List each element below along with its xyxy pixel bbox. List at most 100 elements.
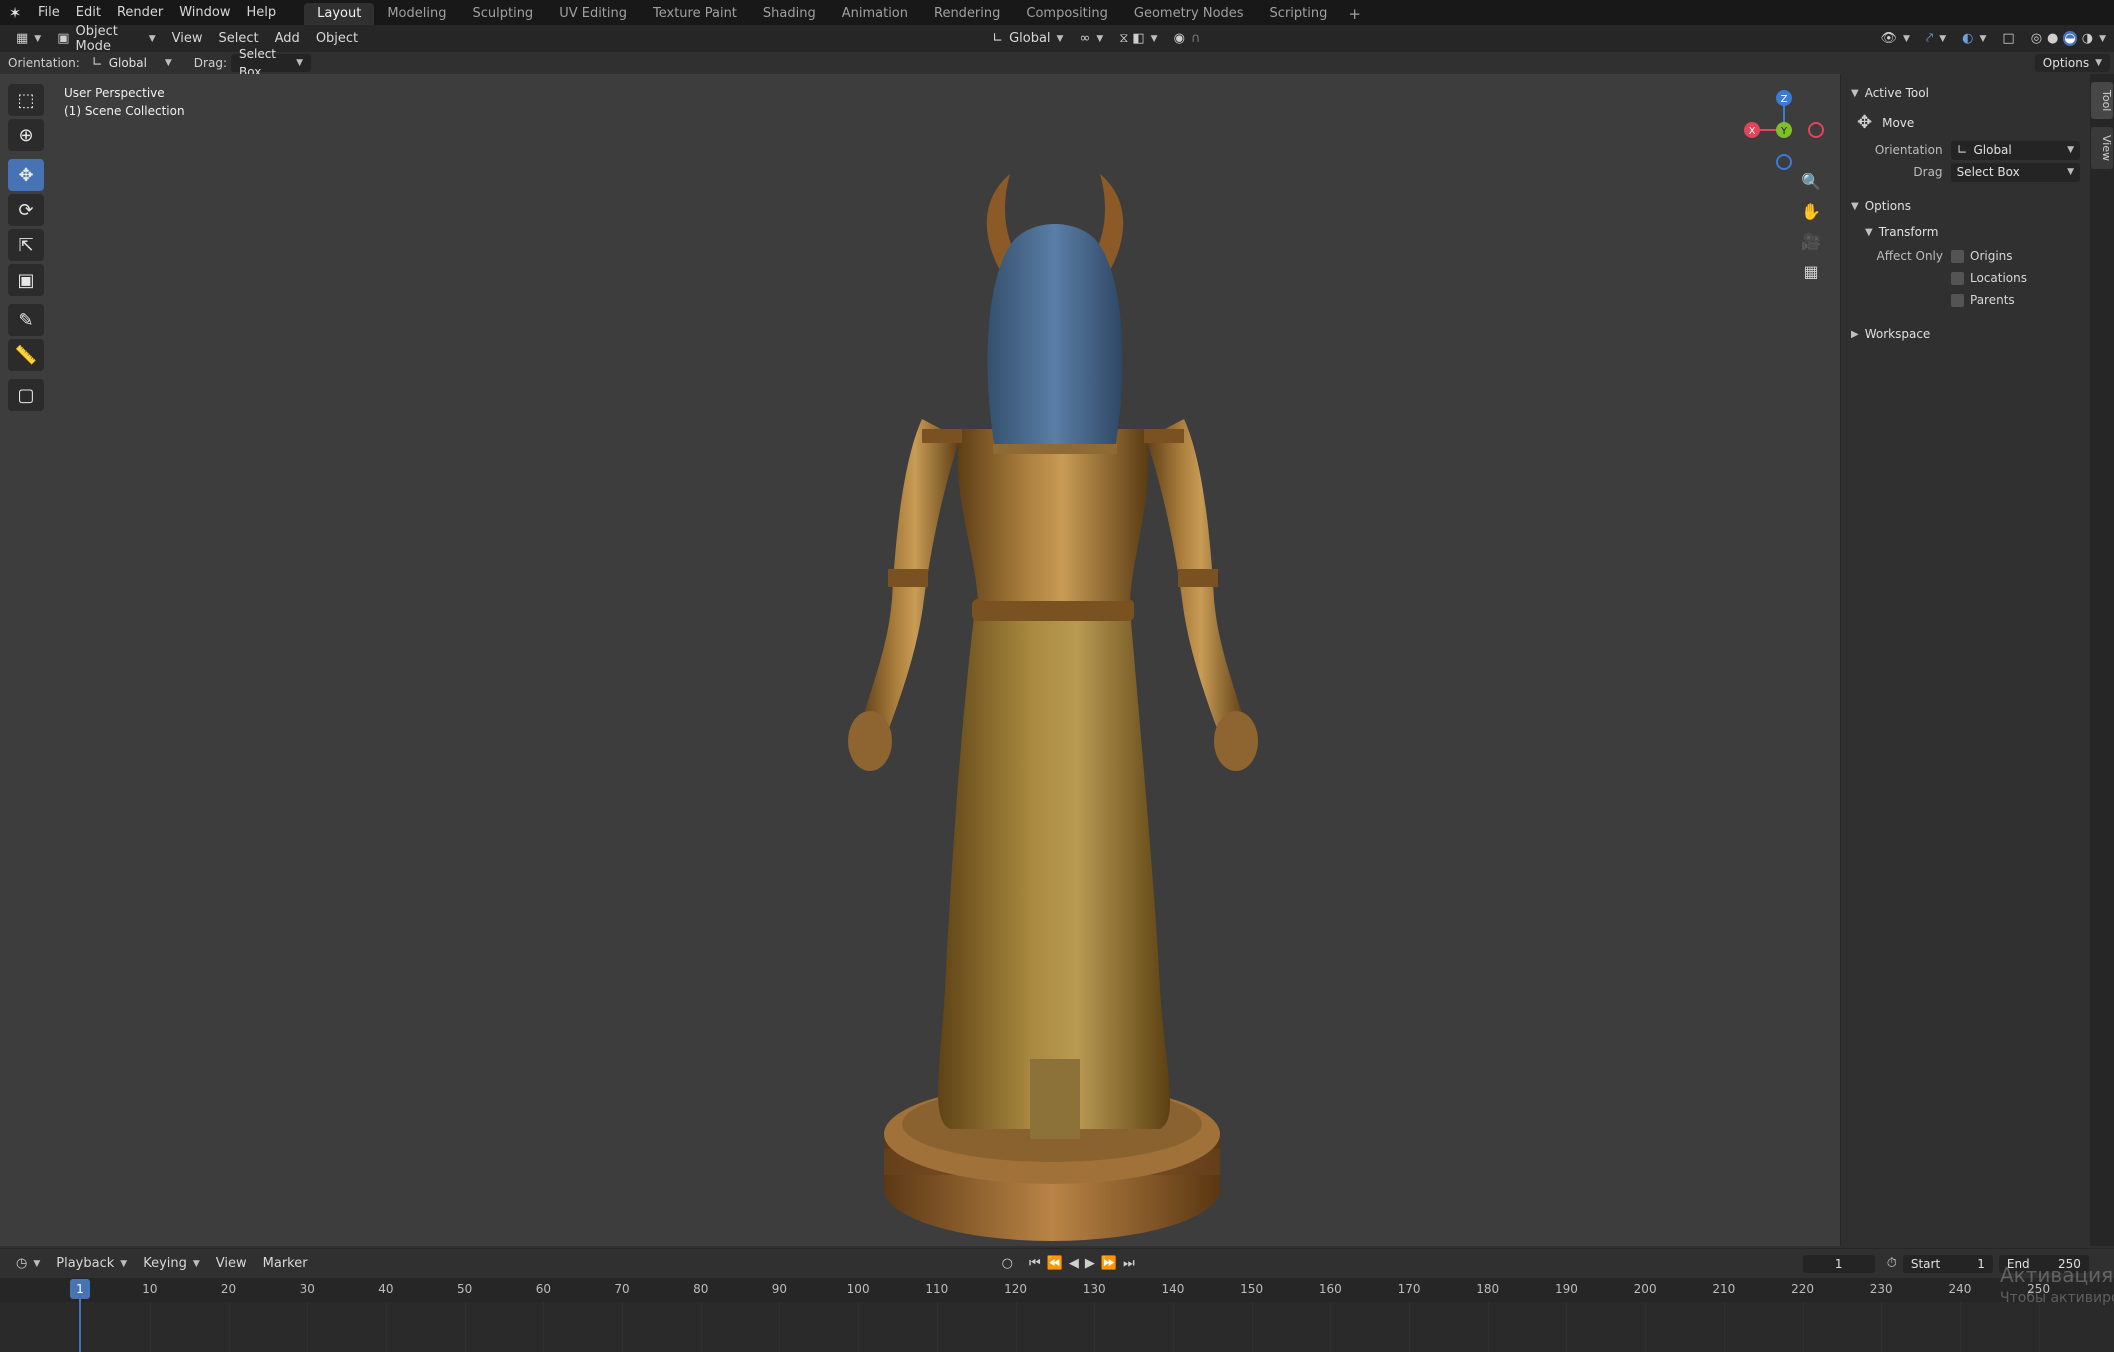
move-icon[interactable]: ✥	[8, 159, 44, 191]
ruler-grid-line	[1172, 1302, 1174, 1352]
tab-uv-editing[interactable]: UV Editing	[546, 3, 640, 25]
orientation-dropdown[interactable]: ∟ Global ▼	[84, 54, 180, 72]
pan-hand-icon[interactable]: ✋	[1796, 196, 1826, 226]
snap-button[interactable]: ⧖ ◧ ▼	[1111, 28, 1165, 49]
zoom-icon[interactable]: 🔍	[1796, 166, 1826, 196]
statue-model[interactable]	[800, 129, 1280, 1246]
transform-icon[interactable]: ▣	[8, 264, 44, 296]
header-menu-view[interactable]: View	[164, 28, 211, 49]
menu-file[interactable]: File	[30, 0, 68, 25]
add-cube-icon[interactable]: ▢	[8, 379, 44, 411]
options-button[interactable]: Options ▼	[2034, 54, 2110, 72]
xray-button[interactable]: □	[1994, 28, 2022, 49]
header-menu-object[interactable]: Object	[308, 28, 366, 49]
measure-icon[interactable]: 📏	[8, 339, 44, 371]
prev-keyframe-icon[interactable]: ⏪	[1047, 1256, 1063, 1271]
cursor-icon[interactable]: ⊕	[8, 119, 44, 151]
overlays-icon: ◐	[1962, 31, 1974, 46]
jump-start-icon[interactable]: ⏮	[1029, 1256, 1041, 1271]
tab-sculpting[interactable]: Sculpting	[459, 3, 546, 25]
play-reverse-icon[interactable]: ◀	[1069, 1256, 1079, 1271]
transform-header[interactable]: ▼ Transform	[1841, 219, 2090, 245]
tab-rendering[interactable]: Rendering	[921, 3, 1013, 25]
tab-view[interactable]: View	[2091, 127, 2113, 170]
playback-menu[interactable]: Playback ▼	[48, 1253, 135, 1274]
orientation-prop-dropdown[interactable]: ∟ Global ▼	[1950, 140, 2080, 160]
add-workspace-icon[interactable]: +	[1340, 3, 1369, 25]
menu-edit[interactable]: Edit	[68, 0, 109, 25]
rendered-shading-icon[interactable]: ◑	[2082, 31, 2093, 46]
jump-end-icon[interactable]: ⏭	[1123, 1256, 1135, 1271]
toolbar: ⬚ ⊕ ✥ ⟳ ⇱ ▣ ✎ 📏 ▢	[8, 84, 46, 414]
neg-x-axis-handle[interactable]	[1808, 122, 1824, 138]
visibility-button[interactable]: 👁 ▼	[1872, 28, 1917, 49]
menu-help[interactable]: Help	[239, 0, 285, 25]
overlays-button[interactable]: ◐ ▼	[1954, 28, 1994, 49]
3d-viewport[interactable]: User Perspective (1) Scene Collection ⬚ …	[0, 74, 1840, 1246]
timeline-ruler[interactable]: 10 20 30 40 50 60 70 80 90 100 110 120 130 140 150 160 1…	[0, 1278, 2114, 1302]
auto-keying-button[interactable]: ○	[994, 1253, 1021, 1274]
camera-view-icon[interactable]: 🎥	[1796, 226, 1826, 256]
keying-menu[interactable]: Keying ▼	[135, 1253, 208, 1274]
tab-compositing[interactable]: Compositing	[1013, 3, 1121, 25]
rotate-icon[interactable]: ⟳	[8, 194, 44, 226]
statue-left-hand	[848, 711, 892, 771]
orientation-row: Orientation ∟ Global ▼	[1841, 139, 2090, 161]
orientation-icon: ∟	[91, 55, 103, 70]
parents-checkbox[interactable]	[1951, 293, 1964, 307]
timeline-editor-type-button[interactable]: ◷ ▼	[8, 1253, 48, 1274]
menu-render[interactable]: Render	[109, 0, 171, 25]
timer-icon[interactable]: ⏱	[1887, 1256, 1897, 1271]
xray-icon: □	[2002, 31, 2015, 46]
tab-shading[interactable]: Shading	[750, 3, 829, 25]
neg-z-axis-handle[interactable]	[1776, 154, 1792, 170]
timeline-area[interactable]	[0, 1302, 2114, 1352]
wireframe-shading-icon[interactable]: ◎	[2031, 31, 2042, 46]
tab-layout[interactable]: Layout	[304, 3, 375, 25]
scale-icon[interactable]: ⇱	[8, 229, 44, 261]
ruler-tick-label: 80	[693, 1282, 709, 1296]
proportional-edit-button[interactable]: ◉ ∩	[1166, 28, 1209, 49]
editor-type-icon: ▦	[16, 31, 29, 46]
ruler-grid-line	[779, 1302, 781, 1352]
blender-logo-icon[interactable]: ✶	[0, 0, 30, 25]
editor-type-button[interactable]: ▦ ▼	[8, 28, 49, 49]
playhead-line[interactable]	[79, 1299, 81, 1352]
chevron-down-icon: ▼	[33, 1258, 41, 1269]
perspective-toggle-icon[interactable]: ▦	[1796, 256, 1826, 286]
gizmo-toggle-button[interactable]: ⤤ ▼	[1918, 28, 1954, 49]
pivot-point-button[interactable]: ∞ ▼	[1071, 28, 1111, 49]
drag-dropdown[interactable]: Select Box ▼	[230, 47, 311, 79]
chevron-down-icon: ▼	[1056, 33, 1064, 44]
navigation-gizmo[interactable]: Z Y X	[1736, 80, 1832, 170]
locations-checkbox[interactable]	[1951, 271, 1964, 285]
options-header[interactable]: ▼ Options	[1841, 193, 2090, 219]
play-icon[interactable]: ▶	[1085, 1256, 1095, 1271]
drag-prop-dropdown[interactable]: Select Box ▼	[1950, 162, 2080, 182]
ruler-tick-label: 180	[1476, 1282, 1500, 1296]
next-keyframe-icon[interactable]: ⏩	[1101, 1256, 1117, 1271]
tab-modeling[interactable]: Modeling	[374, 3, 459, 25]
mode-selector[interactable]: ▣ Object Mode ▼	[49, 24, 163, 54]
shading-modes[interactable]: ◎ ● ◒ ◑ ▼	[2023, 28, 2114, 49]
select-box-icon[interactable]: ⬚	[8, 84, 44, 116]
playhead-frame-indicator[interactable]: 1	[70, 1279, 90, 1299]
menu-window[interactable]: Window	[171, 0, 238, 25]
origins-checkbox[interactable]	[1951, 249, 1964, 263]
workspace-header[interactable]: ▶ Workspace	[1841, 321, 2090, 347]
active-tool-header[interactable]: ▼ Active Tool	[1841, 80, 2090, 106]
tab-tool[interactable]: Tool	[2091, 82, 2113, 120]
transform-orientation-dropdown[interactable]: ∟ Global ▼	[984, 28, 1071, 49]
solid-shading-icon[interactable]: ●	[2047, 31, 2058, 46]
tab-texture-paint[interactable]: Texture Paint	[640, 3, 750, 25]
marker-menu[interactable]: Marker	[255, 1253, 316, 1274]
current-frame-field[interactable]: 1	[1802, 1254, 1875, 1273]
timeline-view-menu[interactable]: View	[208, 1253, 255, 1274]
tab-animation[interactable]: Animation	[829, 3, 921, 25]
tab-scripting[interactable]: Scripting	[1257, 3, 1341, 25]
drag-prop-value: Select Box	[1956, 165, 2020, 179]
material-shading-icon[interactable]: ◒	[2063, 31, 2077, 46]
annotate-icon[interactable]: ✎	[8, 304, 44, 336]
tab-geometry-nodes[interactable]: Geometry Nodes	[1121, 3, 1257, 25]
start-frame-field[interactable]: Start 1	[1902, 1254, 1993, 1273]
